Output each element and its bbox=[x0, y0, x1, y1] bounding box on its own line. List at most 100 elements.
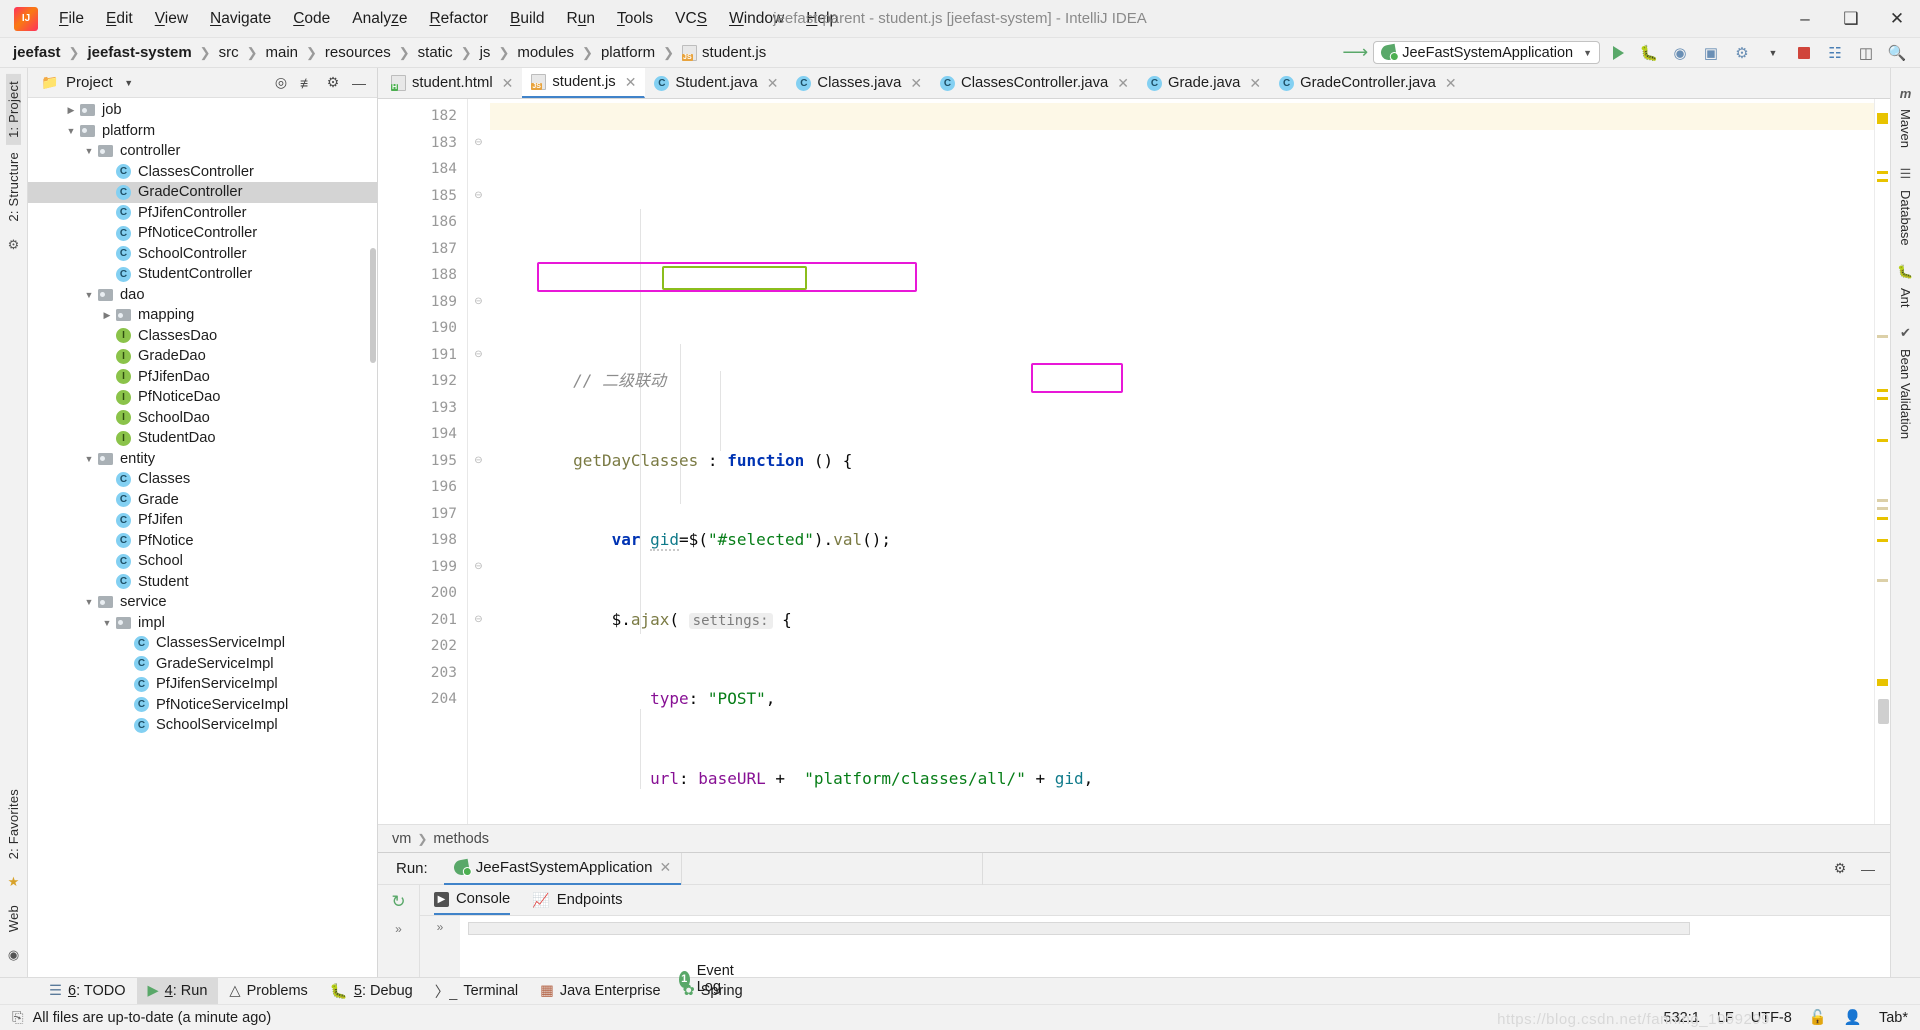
editor-tab[interactable]: C Student.java ✕ bbox=[645, 68, 787, 98]
star-icon[interactable]: ★ bbox=[8, 874, 20, 890]
rail-item-database[interactable]: Database bbox=[1898, 184, 1913, 252]
menu-window[interactable]: Window bbox=[718, 5, 795, 33]
project-tree[interactable]: ▶ job ▼ platform ▼ controller C ClassesControll… bbox=[28, 98, 377, 977]
menu-analyze[interactable]: Analyze bbox=[341, 5, 418, 33]
breadcrumb-item-jeefast[interactable]: jeefast bbox=[10, 43, 64, 62]
tree-row[interactable]: C Grade bbox=[28, 490, 377, 511]
code-fold-icon[interactable]: ⊖ bbox=[473, 296, 484, 307]
tree-row[interactable]: C PfJifen bbox=[28, 510, 377, 531]
menu-build[interactable]: Build bbox=[499, 5, 555, 33]
close-icon[interactable]: ✕ bbox=[625, 74, 637, 91]
close-icon[interactable]: ✕ bbox=[659, 859, 671, 876]
hide-icon[interactable]: — bbox=[347, 72, 371, 94]
tree-row[interactable]: C Classes bbox=[28, 469, 377, 490]
profile-icon[interactable]: ▣ bbox=[1698, 41, 1724, 65]
tree-row[interactable]: C PfNoticeController bbox=[28, 223, 377, 244]
menu-run[interactable]: Run bbox=[556, 5, 606, 33]
breadcrumb-item-src[interactable]: src bbox=[216, 43, 242, 62]
close-icon[interactable]: ✕ bbox=[767, 75, 779, 92]
attach-icon[interactable]: ⚙ bbox=[1729, 41, 1755, 65]
code-fold-icon[interactable]: ⊖ bbox=[473, 349, 484, 360]
tree-row[interactable]: ▼ impl bbox=[28, 613, 377, 634]
close-icon[interactable]: ✕ bbox=[1445, 75, 1457, 92]
tree-row[interactable]: C PfNotice bbox=[28, 531, 377, 552]
rail-item-project[interactable]: 1: Project bbox=[6, 74, 21, 145]
breadcrumb-item-static[interactable]: static bbox=[415, 43, 456, 62]
editor-breadcrumb-methods[interactable]: methods bbox=[433, 831, 489, 847]
run-configuration-tab[interactable]: JeeFastSystemApplication ✕ bbox=[443, 853, 682, 885]
build-icon[interactable]: ⟶ bbox=[1342, 41, 1368, 65]
menu-file[interactable]: FFileile bbox=[48, 5, 95, 33]
tree-row[interactable]: C SchoolServiceImpl bbox=[28, 715, 377, 736]
debug-icon[interactable]: 🐛 bbox=[1636, 41, 1662, 65]
tree-row[interactable]: C Student bbox=[28, 572, 377, 593]
chevron-down-icon[interactable]: ▼ bbox=[82, 454, 96, 464]
tree-scrollbar[interactable] bbox=[370, 248, 376, 363]
toolwindow-todo[interactable]: ☰ 6: TODO bbox=[38, 978, 137, 1005]
editor-tab[interactable]: student.js ✕ bbox=[522, 68, 646, 98]
rail-item-favorites[interactable]: 2: Favorites bbox=[6, 782, 21, 866]
collapse-all-icon[interactable]: ≢ bbox=[295, 72, 319, 94]
menu-navigate[interactable]: Navigate bbox=[199, 5, 282, 33]
run-tab-endpoints[interactable]: 📈 Endpoints bbox=[532, 885, 622, 915]
menu-help[interactable]: Help bbox=[795, 5, 849, 33]
toolwindow-debug[interactable]: 🐛 5: Debug bbox=[319, 978, 424, 1005]
caret-position[interactable]: 532:1 bbox=[1664, 1010, 1700, 1026]
menu-refactor[interactable]: Refactor bbox=[418, 5, 499, 33]
breadcrumb-item-js[interactable]: js bbox=[477, 43, 494, 62]
tree-row[interactable]: C GradeServiceImpl bbox=[28, 654, 377, 675]
tree-row[interactable]: C SchoolController bbox=[28, 244, 377, 265]
tree-row[interactable]: C School bbox=[28, 551, 377, 572]
indent-setting[interactable]: Tab* bbox=[1879, 1010, 1908, 1026]
locate-icon[interactable]: ◎ bbox=[269, 72, 293, 94]
code-fold-icon[interactable]: ⊖ bbox=[473, 190, 484, 201]
file-encoding[interactable]: UTF-8 bbox=[1751, 1010, 1792, 1026]
run-dropdown-icon[interactable]: ▼ bbox=[1760, 41, 1786, 65]
tree-row[interactable]: C PfNoticeServiceImpl bbox=[28, 695, 377, 716]
code-folding-gutter[interactable]: ⊖ ⊖ ⊖ ⊖ ⊖ ⊖ ⊖ bbox=[468, 99, 490, 824]
tree-row[interactable]: I ClassesDao bbox=[28, 326, 377, 347]
maximize-button[interactable]: ❑ bbox=[1828, 0, 1874, 38]
chevron-down-icon[interactable]: ▼ bbox=[82, 146, 96, 156]
tree-row[interactable]: I SchoolDao bbox=[28, 408, 377, 429]
menu-code[interactable]: Code bbox=[282, 5, 341, 33]
code-fold-icon[interactable]: ⊖ bbox=[473, 561, 484, 572]
toolwindow-java-enterprise[interactable]: ▦ Java Enterprise bbox=[529, 978, 671, 1005]
code-fold-icon[interactable]: ⊖ bbox=[473, 614, 484, 625]
breadcrumb-item-main[interactable]: main bbox=[262, 43, 301, 62]
tree-row[interactable]: ▼ entity bbox=[28, 449, 377, 470]
error-stripe[interactable] bbox=[1874, 99, 1890, 824]
toolwindow-terminal[interactable]: 〉_ Terminal bbox=[424, 978, 529, 1005]
tree-row[interactable]: ▼ service bbox=[28, 592, 377, 613]
close-icon[interactable]: ✕ bbox=[910, 75, 922, 92]
menu-edit[interactable]: Edit bbox=[95, 5, 144, 33]
rail-item-structure[interactable]: 2: Structure bbox=[6, 145, 21, 229]
menu-view[interactable]: View bbox=[144, 5, 199, 33]
tree-row[interactable]: ▼ dao bbox=[28, 285, 377, 306]
breadcrumb-item-resources[interactable]: resources bbox=[322, 43, 394, 62]
tree-row[interactable]: C PfJifenController bbox=[28, 203, 377, 224]
code-fold-icon[interactable]: ⊖ bbox=[473, 137, 484, 148]
coverage-icon[interactable]: ◉ bbox=[1667, 41, 1693, 65]
minimize-icon[interactable]: — bbox=[1856, 858, 1880, 880]
tree-row[interactable]: C PfJifenServiceImpl bbox=[28, 674, 377, 695]
menu-vcs[interactable]: VCS bbox=[664, 5, 718, 33]
editor-tab[interactable]: C Grade.java ✕ bbox=[1138, 68, 1270, 98]
chevron-down-icon[interactable]: ▼ bbox=[64, 126, 78, 136]
chevron-down-icon[interactable]: ▼ bbox=[82, 597, 96, 607]
breadcrumb-item-student-js[interactable]: student.js bbox=[679, 43, 769, 62]
breadcrumb-item-platform[interactable]: platform bbox=[598, 43, 658, 62]
chevron-down-icon[interactable]: ▼ bbox=[82, 290, 96, 300]
expand-icon[interactable]: » bbox=[437, 920, 444, 934]
commit-icon[interactable]: ⚙ bbox=[8, 237, 20, 253]
toolwindow-problems[interactable]: △ Problems bbox=[218, 978, 318, 1005]
breadcrumb-item-modules[interactable]: modules bbox=[514, 43, 577, 62]
gear-icon[interactable]: ⚙ bbox=[321, 72, 345, 94]
code-editor[interactable]: // 二级联动 getDayClasses : function () { va… bbox=[490, 99, 1874, 824]
editor-tab[interactable]: C Classes.java ✕ bbox=[787, 68, 931, 98]
tree-row[interactable]: C StudentController bbox=[28, 264, 377, 285]
person-icon[interactable]: 👤 bbox=[1844, 1009, 1862, 1026]
editor-tab[interactable]: C GradeController.java ✕ bbox=[1270, 68, 1465, 98]
chevron-down-icon[interactable]: ▼ bbox=[117, 72, 141, 94]
tree-row[interactable]: I StudentDao bbox=[28, 428, 377, 449]
